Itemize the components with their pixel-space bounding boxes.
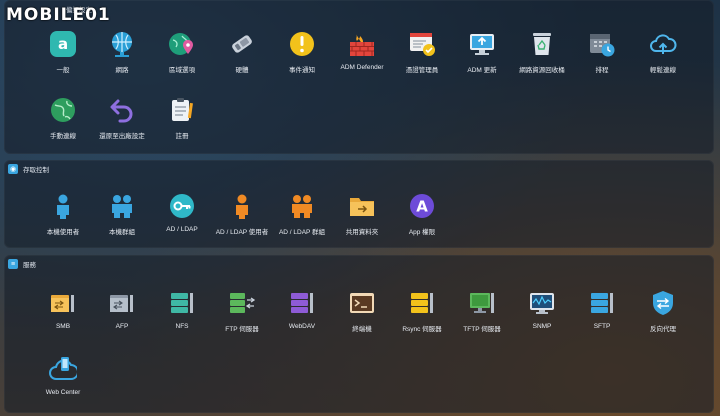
item-adm-defender[interactable]: ADM Defender [330,30,394,71]
ldap-user-icon [236,194,248,219]
item-nfs[interactable]: NFS [150,289,214,330]
web-center-icon [49,357,77,380]
user-group-icon [112,195,132,218]
item-event-notification[interactable]: 事件通知 [270,30,334,74]
general-icon: a [50,31,76,57]
smb-folder-icon [51,295,74,312]
calendar-clock-icon [590,34,615,57]
item-webdav[interactable]: WebDAV [270,289,334,330]
nfs-server-icon [171,293,193,313]
exclamation-icon [290,32,314,56]
item-hardware[interactable]: 硬體 [210,30,274,74]
item-snmp[interactable]: SNMP [510,289,574,330]
item-reverse-proxy[interactable]: 反向代理 [631,289,695,333]
item-smb[interactable]: SMB [31,289,95,330]
item-terminal[interactable]: 終端機 [330,289,394,333]
item-manual-connect[interactable]: 手動連線 [31,96,95,140]
section-header-access-control: ◉ 存取控制 [8,162,49,176]
reverse-proxy-shield-icon [653,291,673,315]
access-control-section-icon: ◉ [8,164,18,174]
region-globe-pin-icon [169,33,193,55]
app-privilege-icon: A [410,194,434,218]
section-title: 存取控制 [23,167,49,174]
shared-folder-icon [350,198,374,216]
section-title: 服務 [23,262,36,269]
item-local-groups[interactable]: 本機群組 [90,192,154,236]
item-network[interactable]: 網路 [90,30,154,74]
terminal-icon [350,293,374,313]
afp-folder-icon [110,295,133,312]
ldap-group-icon [292,195,312,218]
firewall-icon [350,34,374,56]
item-afp[interactable]: AFP [90,289,154,330]
recycle-bin-icon [533,33,551,55]
item-general[interactable]: a 一般 [31,30,95,74]
svg-text:A: A [416,198,428,216]
item-ad-ldap-users[interactable]: AD / LDAP 使用者 [210,192,274,236]
item-registration[interactable]: 註冊 [150,96,214,140]
section-header-services: ≡ 服務 [8,257,36,271]
rsync-server-icon [411,293,433,313]
watermark-logo: MOBILE01 [6,5,111,25]
undo-arrow-icon [110,99,133,123]
item-schedule[interactable]: 排程 [570,30,634,74]
item-ez-connect[interactable]: 輕鬆連線 [631,30,695,74]
item-regional-options[interactable]: 區域選項 [150,30,214,74]
sftp-server-icon [591,293,613,313]
section-services: ≡ 服務 SMB AFP NFS FTP 伺服器 WebDAV 終端機 Rsyn… [4,255,714,413]
clipboard-icon [172,98,193,121]
item-ad-ldap[interactable]: AD / LDAP [150,192,214,233]
item-app-privileges[interactable]: A App 權限 [390,192,454,236]
user-icon [57,194,69,219]
snmp-monitor-icon [530,293,554,314]
services-section-icon: ≡ [8,259,18,269]
item-certificate-manager[interactable]: 憑證管理員 [390,30,454,74]
svg-text:a: a [58,35,68,53]
hardware-icon [232,35,252,53]
item-ad-ldap-groups[interactable]: AD / LDAP 群組 [270,192,334,236]
monitor-update-icon [470,34,494,55]
key-icon [170,194,194,218]
network-globe-icon [112,32,132,57]
tftp-server-icon [470,293,494,313]
item-web-center[interactable]: Web Center [31,355,95,396]
item-network-recycle-bin[interactable]: 網路資源回收桶 [510,30,574,74]
item-adm-update[interactable]: ADM 更新 [450,30,514,74]
item-local-users[interactable]: 本機使用者 [31,192,95,236]
ftp-server-icon [230,293,256,313]
item-rsync-server[interactable]: Rsync 伺服器 [390,289,454,333]
item-shared-folders[interactable]: 共用資料夾 [330,192,394,236]
item-sftp[interactable]: SFTP [570,289,634,330]
item-ftp-server[interactable]: FTP 伺服器 [210,289,274,333]
item-tftp-server[interactable]: TFTP 伺服器 [450,289,514,333]
certificate-icon [410,33,435,56]
section-access-control: ◉ 存取控制 本機使用者 本機群組 AD / LDAP AD / LDAP 使用… [4,160,714,248]
cloud-upload-icon [650,34,677,54]
item-factory-reset[interactable]: 還原至出廠設定 [90,96,154,140]
webdav-server-icon [291,293,313,313]
manual-connect-globe-icon [51,98,75,122]
